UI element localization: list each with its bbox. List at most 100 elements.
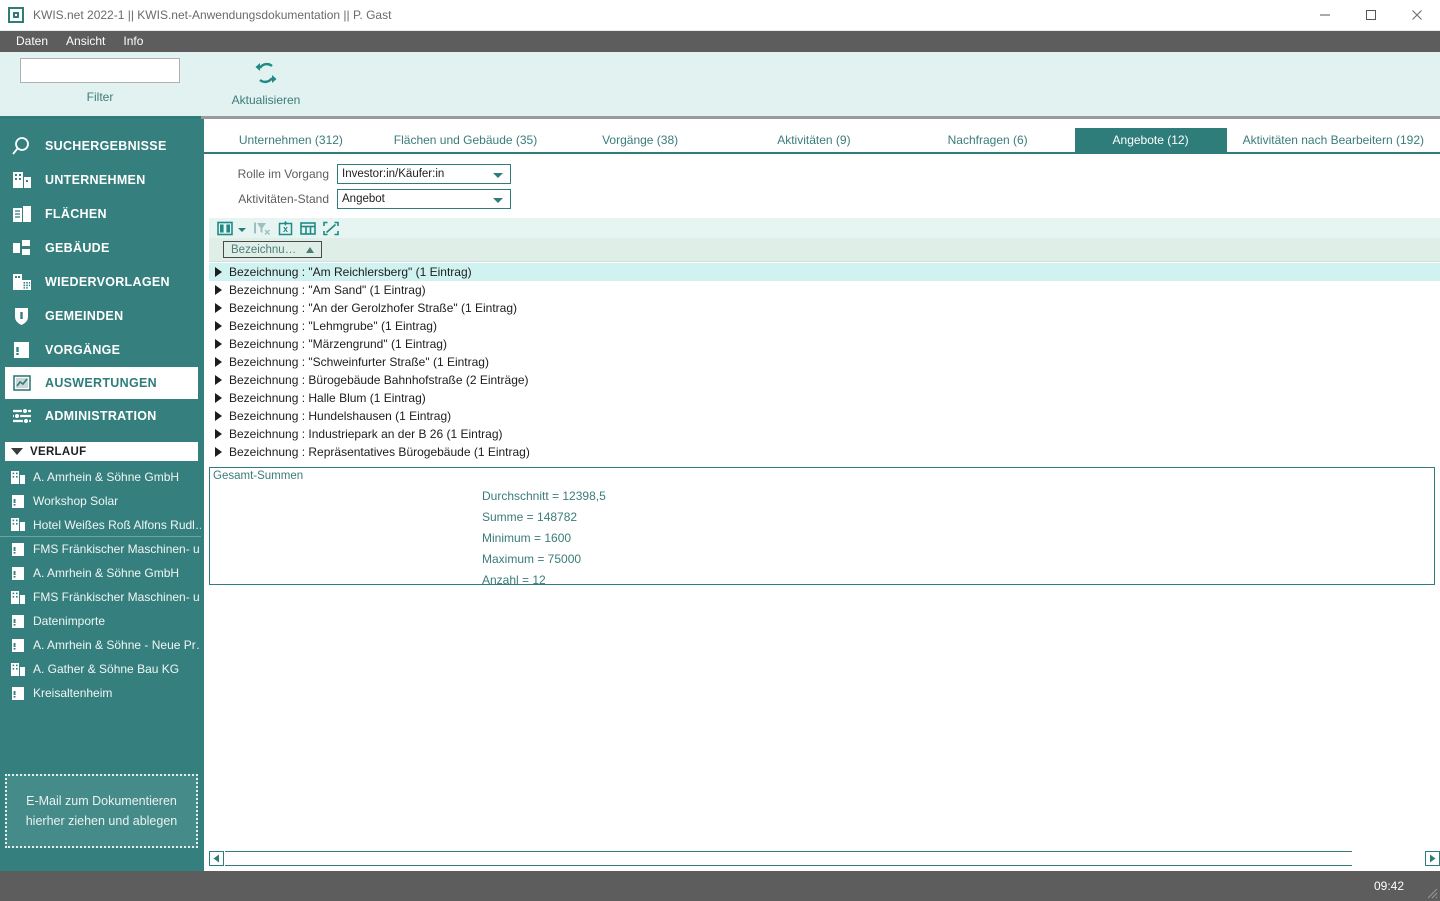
company-icon [9,516,26,533]
list-item-label: FMS Fränkischer Maschinen- u… [33,542,201,556]
tab-vorgaenge[interactable]: Vorgänge (38) [553,128,727,152]
expand-triangle-icon[interactable] [215,411,222,421]
table-row[interactable]: Bezeichnung : "Schweinfurter Straße" (1 … [209,353,1440,371]
expand-triangle-icon[interactable] [215,339,222,349]
list-item-label: Hotel Weißes Roß Alfons Rudl… [33,517,201,532]
window-title: KWIS.net 2022-1 || KWIS.net-Anwendungsdo… [33,8,392,22]
application-window: KWIS.net 2022-1 || KWIS.net-Anwendungsdo… [0,0,1440,901]
building-icon [10,237,34,259]
filter-label-rolle: Rolle im Vorgang [237,167,329,181]
group-panel-button[interactable] [300,219,316,237]
table-row[interactable]: Bezeichnung : Hundelshausen (1 Eintrag) [209,407,1440,425]
expand-triangle-icon[interactable] [215,447,222,457]
sidebar-item-label: SUCHERGEBNISSE [45,139,167,153]
list-item[interactable]: Kreisaltenheim [0,681,201,705]
list-item[interactable]: Hotel Weißes Roß Alfons Rudl… [0,513,201,537]
expand-triangle-icon[interactable] [215,321,222,331]
list-item[interactable]: A. Amrhein & Söhne GmbH [0,561,201,585]
export-excel-icon: x [278,220,293,235]
rolle-im-vorgang-select[interactable]: Investor:in/Käufer:in [337,164,511,184]
expand-all-button[interactable] [323,219,339,237]
table-row[interactable]: Bezeichnung : "Lehmgrube" (1 Eintrag) [209,317,1440,335]
table-row[interactable]: Bezeichnung : Repräsentatives Bürogebäud… [209,443,1440,461]
list-item[interactable]: A. Amrhein & Söhne GmbH [0,465,201,489]
sidebar-item-gemeinden[interactable]: GEMEINDEN [0,299,201,333]
list-item[interactable]: Workshop Solar [0,489,201,513]
list-item-label: Datenimporte [33,614,106,628]
tab-nachfragen[interactable]: Nachfragen (6) [901,128,1075,152]
sidebar-item-auswertungen[interactable]: AUSWERTUNGEN [5,367,198,399]
expand-triangle-icon[interactable] [215,303,222,313]
sidebar-item-administration[interactable]: ADMINISTRATION [0,399,201,433]
expand-triangle-icon[interactable] [215,393,222,403]
expand-triangle-icon[interactable] [215,357,222,367]
scroll-right-button[interactable] [1425,850,1440,866]
list-item-label: A. Amrhein & Söhne GmbH [33,566,180,580]
horizontal-scrollbar[interactable] [209,850,1440,866]
menu-item-ansicht[interactable]: Ansicht [57,31,114,52]
calendar-icon [10,271,34,293]
scroll-left-button[interactable] [209,850,224,866]
summary-list: Durchschnitt = 12398,5 Summe = 148782 Mi… [482,486,606,591]
table-row-label: Bezeichnung : "Am Reichlersberg" (1 Eint… [229,265,472,279]
history-header[interactable]: VERLAUF [5,442,198,461]
tab-aktivitaeten[interactable]: Aktivitäten (9) [727,128,901,152]
table-row[interactable]: Bezeichnung : "Märzengrund" (1 Eintrag) [209,335,1440,353]
table-row-label: Bezeichnung : "Lehmgrube" (1 Eintrag) [229,319,437,333]
sidebar-item-vorgaenge[interactable]: VORGÄNGE [0,333,201,367]
list-item[interactable]: A. Gather & Söhne Bau KG [0,657,201,681]
table-row[interactable]: Bezeichnung : Industriepark an der B 26 … [209,425,1440,443]
sidebar-item-suchergebnisse[interactable]: SUCHERGEBNISSE [0,129,201,163]
status-bar: 09:42 [0,871,1440,901]
maximize-icon[interactable] [1348,0,1394,31]
column-chooser-button[interactable] [217,219,246,237]
resize-grip-icon[interactable] [1424,885,1438,899]
table-row-label: Bezeichnung : "An der Gerolzhofer Straße… [229,301,517,315]
tab-aktivitaeten-nach-bearbeitern[interactable]: Aktivitäten nach Bearbeitern (192) [1227,128,1440,152]
expand-triangle-icon[interactable] [215,285,222,295]
filter-label: Filter [86,90,114,104]
sidebar-item-flaechen[interactable]: FLÄCHEN [0,197,201,231]
table-row[interactable]: Bezeichnung : "Am Sand" (1 Eintrag) [209,281,1440,299]
aktivitaeten-stand-select[interactable]: Angebot [337,189,511,209]
tab-flaechen-und-gebaeude[interactable]: Flächen und Gebäude (35) [378,128,553,152]
search-icon [10,135,34,157]
group-panel-icon [300,221,316,235]
ribbon-group-refresh[interactable]: Aktualisieren [200,52,332,107]
table-row-label: Bezeichnung : Repräsentatives Bürogebäud… [229,445,530,459]
binder-icon [9,541,26,558]
table-row[interactable]: Bezeichnung : "An der Gerolzhofer Straße… [209,299,1440,317]
group-chip-bezeichnung[interactable]: Bezeichnu… [223,241,323,258]
minimize-icon[interactable] [1302,0,1348,31]
email-dropzone[interactable]: E-Mail zum Dokumentieren hierher ziehen … [5,774,198,848]
tab-angebote[interactable]: Angebote (12) [1074,128,1227,152]
export-excel-button[interactable]: x [278,219,293,237]
filter-form: Rolle im Vorgang Investor:in/Käufer:in A… [204,154,1440,216]
sidebar-item-unternehmen[interactable]: UNTERNEHMEN [0,163,201,197]
expand-triangle-icon[interactable] [215,429,222,439]
clear-filter-button[interactable] [253,219,271,237]
scroll-track[interactable] [225,850,1352,866]
dropzone-line-1: E-Mail zum Dokumentieren [26,794,177,808]
refresh-icon[interactable] [252,60,280,86]
close-icon[interactable] [1394,0,1440,31]
table-row[interactable]: Bezeichnung : Halle Blum (1 Eintrag) [209,389,1440,407]
list-item[interactable]: Datenimporte [0,609,201,633]
list-item[interactable]: FMS Fränkischer Maschinen- u… [0,585,201,609]
tab-unternehmen[interactable]: Unternehmen (312) [204,128,378,152]
sidebar-nav: SUCHERGEBNISSE UNTERNEHMEN FLÄCHEN GEBÄU… [0,119,201,433]
table-row[interactable]: Bezeichnung : "Am Reichlersberg" (1 Eint… [209,263,1440,281]
sidebar-item-label: WIEDERVORLAGEN [45,275,170,289]
group-by-panel[interactable]: Bezeichnu… [209,238,1440,262]
list-item[interactable]: A. Amrhein & Söhne - Neue Pr… [0,633,201,657]
filter-input[interactable] [20,58,180,83]
expand-triangle-icon[interactable] [215,375,222,385]
menu-item-daten[interactable]: Daten [7,31,57,52]
sidebar-item-gebaeude[interactable]: GEBÄUDE [0,231,201,265]
table-row[interactable]: Bezeichnung : Bürogebäude Bahnhofstraße … [209,371,1440,389]
expand-triangle-icon[interactable] [215,267,222,277]
menu-item-info[interactable]: Info [114,31,152,52]
list-item[interactable]: FMS Fränkischer Maschinen- u… [0,537,201,561]
sidebar-item-wiedervorlagen[interactable]: WIEDERVORLAGEN [0,265,201,299]
chevron-down-icon [238,227,246,232]
